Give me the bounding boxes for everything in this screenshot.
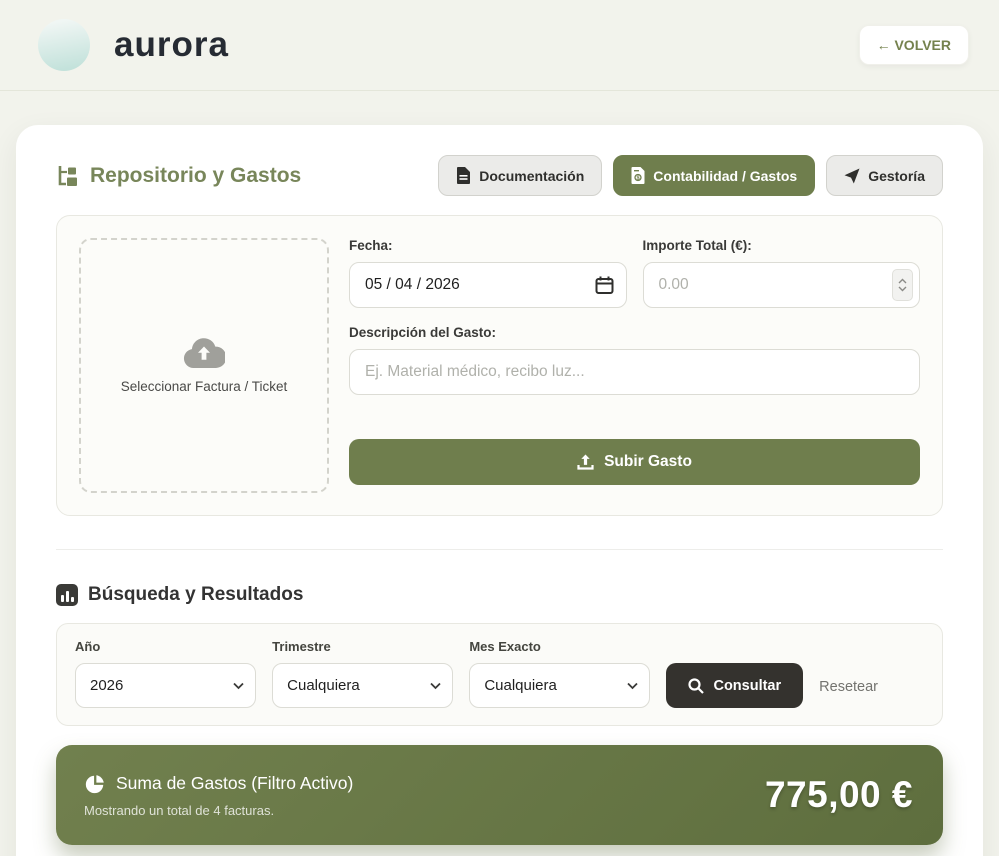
descripcion-label: Descripción del Gasto: [349, 325, 920, 340]
importe-label: Importe Total (€): [643, 238, 921, 253]
descripcion-input[interactable] [349, 349, 920, 395]
main-card: Repositorio y Gastos Documentación [16, 125, 983, 856]
consultar-label: Consultar [713, 678, 781, 694]
trimestre-select[interactable]: Cualquiera [272, 663, 453, 708]
app-header: aurora ← VOLVER [0, 0, 999, 91]
ano-filter-group: Año 2026 [75, 639, 256, 708]
upload-icon [577, 454, 594, 471]
trimestre-filter-group: Trimestre Cualquiera [272, 639, 453, 708]
mes-exacto-filter-group: Mes Exacto Cualquiera [469, 639, 650, 708]
invoice-icon: $ [631, 167, 645, 184]
folder-tree-icon [56, 164, 80, 188]
summary-subtitle: Mostrando un total de 4 facturas. [84, 803, 353, 818]
search-icon [688, 678, 704, 694]
ano-select[interactable]: 2026 [75, 663, 256, 708]
bar-chart-icon [56, 584, 78, 606]
number-spinner[interactable] [892, 269, 913, 301]
subir-gasto-button[interactable]: Subir Gasto [349, 439, 920, 485]
paper-plane-icon [844, 168, 860, 184]
summary-left: Suma de Gastos (Filtro Activo) Mostrando… [84, 773, 353, 818]
dropzone-label: Seleccionar Factura / Ticket [121, 379, 288, 394]
volver-button[interactable]: ← VOLVER [859, 25, 969, 65]
importe-field-group: Importe Total (€): [643, 238, 921, 308]
tab-documentacion-label: Documentación [479, 168, 584, 184]
descripcion-field-group: Descripción del Gasto: [349, 325, 920, 395]
search-heading: Búsqueda y Resultados [56, 584, 943, 606]
summary-bar: Suma de Gastos (Filtro Activo) Mostrando… [56, 745, 943, 845]
mes-exacto-select[interactable]: Cualquiera [469, 663, 650, 708]
upload-form: Seleccionar Factura / Ticket Fecha: [56, 215, 943, 516]
tab-bar: Documentación $ Contabilidad / Gastos [438, 155, 943, 196]
cloud-upload-icon [183, 337, 225, 369]
tab-contabilidad-label: Contabilidad / Gastos [653, 168, 797, 184]
page-title: Repositorio y Gastos [56, 164, 301, 188]
tab-gestoria[interactable]: Gestoría [826, 155, 943, 196]
pie-chart-icon [84, 773, 106, 795]
file-dropzone[interactable]: Seleccionar Factura / Ticket [79, 238, 329, 493]
summary-title: Suma de Gastos (Filtro Activo) [84, 773, 353, 795]
filter-bar: Año 2026 Trimestre Cualquiera [56, 623, 943, 726]
ano-label: Año [75, 639, 256, 654]
page-title-label: Repositorio y Gastos [90, 164, 301, 188]
document-icon [456, 167, 471, 184]
tab-contabilidad-gastos[interactable]: $ Contabilidad / Gastos [613, 155, 815, 196]
section-divider [56, 549, 943, 550]
tab-documentacion[interactable]: Documentación [438, 155, 602, 196]
title-row: Repositorio y Gastos Documentación [40, 149, 959, 196]
app-title: aurora [114, 25, 229, 65]
summary-title-label: Suma de Gastos (Filtro Activo) [116, 773, 353, 794]
upload-fields: Fecha: Importe Total (€): [349, 238, 920, 493]
tab-gestoria-label: Gestoría [868, 168, 925, 184]
trimestre-label: Trimestre [272, 639, 453, 654]
search-heading-label: Búsqueda y Resultados [88, 584, 303, 606]
aurora-logo [38, 19, 90, 71]
resetear-link[interactable]: Resetear [819, 679, 878, 695]
fecha-field-group: Fecha: [349, 238, 627, 308]
consultar-button[interactable]: Consultar [666, 663, 803, 708]
fecha-label: Fecha: [349, 238, 627, 253]
summary-total: 775,00 € [765, 774, 913, 816]
svg-text:$: $ [637, 176, 640, 182]
mes-exacto-label: Mes Exacto [469, 639, 650, 654]
subir-gasto-label: Subir Gasto [604, 453, 692, 471]
fecha-input[interactable] [349, 262, 627, 308]
importe-input[interactable] [643, 262, 921, 308]
